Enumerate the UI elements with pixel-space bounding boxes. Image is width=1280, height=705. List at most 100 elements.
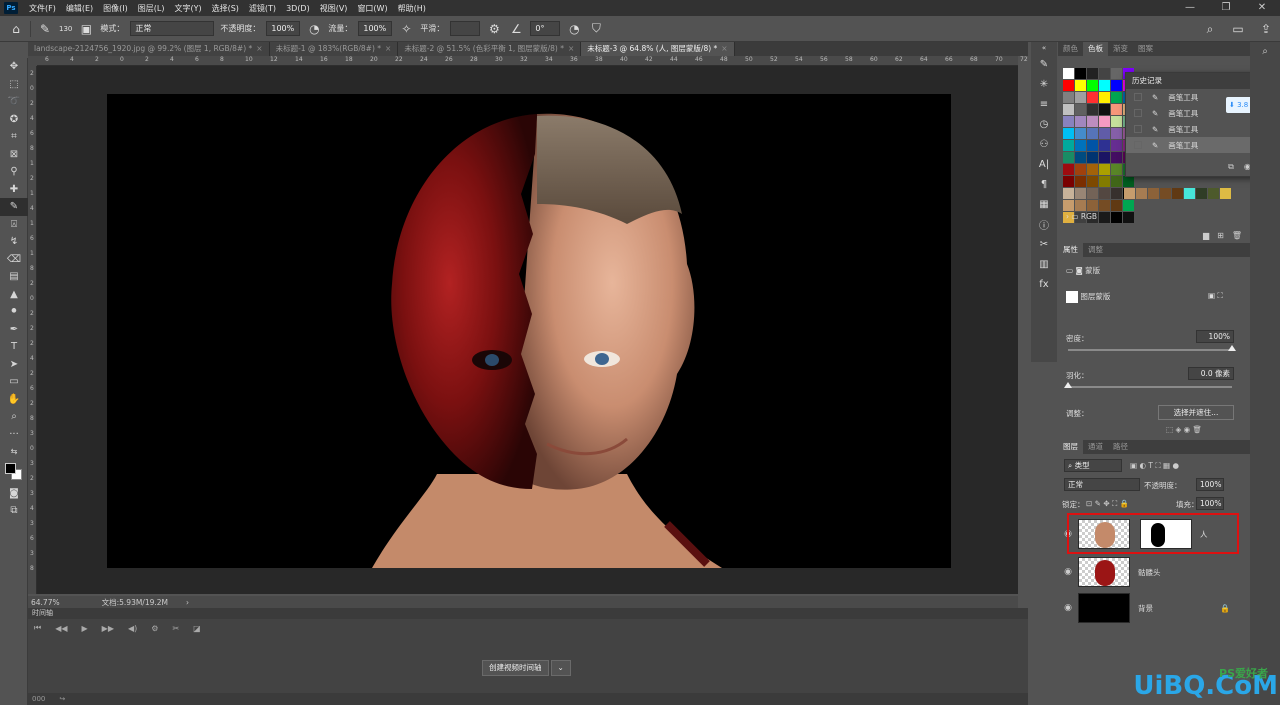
swatch[interactable] (1087, 176, 1098, 187)
brushes-icon[interactable]: ✳ (1031, 74, 1057, 94)
search-icon[interactable]: ⌕ (1250, 42, 1280, 62)
swatch[interactable] (1063, 68, 1074, 79)
info-icon[interactable]: ⓘ (1031, 214, 1057, 234)
tab-channels[interactable]: 通道 (1083, 440, 1108, 454)
swatch[interactable] (1099, 80, 1110, 91)
lasso-tool-icon[interactable]: ➰ (0, 93, 28, 111)
mode-select[interactable]: 正常 (130, 21, 215, 36)
swap-colors-icon[interactable]: ⇆ (0, 443, 28, 461)
swatch[interactable] (1087, 140, 1098, 151)
swatch[interactable] (1075, 116, 1086, 127)
swatch[interactable] (1075, 140, 1086, 151)
swatch[interactable] (1172, 188, 1183, 199)
workspace-icon[interactable]: ▭ (1230, 22, 1246, 36)
swatch[interactable] (1099, 152, 1110, 163)
history-brush-icon[interactable]: ↯ (0, 233, 28, 251)
feather-field[interactable]: 0.0 像素 (1188, 367, 1234, 380)
brush-preset-icon[interactable]: ✎ (37, 22, 53, 36)
swatch[interactable] (1111, 92, 1122, 103)
marquee-tool-icon[interactable]: ⬚ (0, 76, 28, 94)
type-tool-icon[interactable]: T (0, 338, 28, 356)
swatch[interactable] (1099, 176, 1110, 187)
swatch[interactable] (1111, 104, 1122, 115)
layer-name[interactable]: 骷髅头 (1138, 567, 1161, 578)
menu-view[interactable]: 视图(V) (315, 3, 353, 14)
swatch[interactable] (1075, 68, 1086, 79)
swatch[interactable] (1087, 128, 1098, 139)
filter-icons[interactable]: ▣ ◐ T ⛶ ▦ ● (1130, 461, 1179, 471)
swatch[interactable] (1099, 116, 1110, 127)
slider-thumb[interactable] (1228, 345, 1236, 351)
blur-tool-icon[interactable]: ▲ (0, 286, 28, 304)
swatch[interactable] (1184, 188, 1195, 199)
swatch[interactable] (1099, 188, 1110, 199)
swatch[interactable] (1063, 128, 1074, 139)
folder-icon[interactable]: ▆ (1203, 231, 1209, 240)
zoom-level[interactable]: 64.77% (31, 598, 60, 607)
pen-tool-icon[interactable]: ✒ (0, 321, 28, 339)
swatch[interactable] (1063, 104, 1074, 115)
swatch[interactable] (1099, 140, 1110, 151)
swatch[interactable] (1111, 164, 1122, 175)
create-video-timeline-button[interactable]: 创建视频时间轴 (482, 660, 549, 676)
flow-field[interactable]: 100% (358, 21, 393, 36)
eye-icon[interactable]: ◉ (1058, 603, 1078, 613)
swatch[interactable] (1111, 80, 1122, 91)
swatch[interactable] (1075, 104, 1086, 115)
collapse-icon[interactable]: « (1031, 42, 1057, 54)
swatch[interactable] (1087, 200, 1098, 211)
swatch[interactable] (1136, 188, 1147, 199)
render-icon[interactable]: ↪ (59, 693, 65, 705)
swatch[interactable] (1063, 200, 1074, 211)
swatch[interactable] (1099, 104, 1110, 115)
swatch[interactable] (1099, 164, 1110, 175)
swatch[interactable] (1063, 116, 1074, 127)
home-icon[interactable]: ⌂ (8, 22, 24, 36)
menu-image[interactable]: 图像(I) (98, 3, 133, 14)
swatch[interactable] (1196, 188, 1207, 199)
pressure-size-icon[interactable]: ◔ (566, 22, 582, 36)
swatch[interactable] (1111, 212, 1122, 223)
checkbox[interactable] (1134, 93, 1142, 101)
swatch[interactable] (1111, 128, 1122, 139)
screen-mode-icon[interactable]: ⧉ (0, 502, 28, 520)
layer-opacity-field[interactable]: 100% (1196, 478, 1224, 491)
tab-properties[interactable]: 属性 (1058, 243, 1083, 257)
libraries-icon[interactable]: ▦ (1031, 194, 1057, 214)
mask-footer-icons[interactable]: ⬚ ◈ ◉ 🗑 (1166, 425, 1202, 434)
swatch[interactable] (1075, 152, 1086, 163)
first-frame-icon[interactable]: ⏮ (34, 623, 41, 633)
menu-window[interactable]: 窗口(W) (352, 3, 392, 14)
tab-paths[interactable]: 路径 (1108, 440, 1133, 454)
brush-tool-icon[interactable]: ✎ (0, 198, 28, 216)
swatch[interactable] (1087, 152, 1098, 163)
opacity-field[interactable]: 100% (266, 21, 301, 36)
layer-name[interactable]: 背景 (1138, 603, 1153, 614)
swatch[interactable] (1063, 188, 1074, 199)
path-select-icon[interactable]: ➤ (0, 356, 28, 374)
play-icon[interactable]: ▶ (82, 624, 88, 633)
swatch[interactable] (1063, 176, 1074, 187)
density-slider[interactable] (1068, 345, 1236, 351)
swatch[interactable] (1075, 176, 1086, 187)
swatch[interactable] (1111, 140, 1122, 151)
fx-icon[interactable]: fx (1031, 274, 1057, 294)
swatch[interactable] (1148, 188, 1159, 199)
foreground-color[interactable] (5, 462, 16, 474)
character-icon[interactable]: A| (1031, 154, 1057, 174)
menu-file[interactable]: 文件(F) (24, 3, 61, 14)
tab-untitled-1[interactable]: 未标题-1 @ 183%(RGB/8#) * × (269, 42, 399, 56)
tab-adjustments[interactable]: 调整 (1083, 243, 1108, 257)
swatch[interactable] (1087, 164, 1098, 175)
color-swatch-icon[interactable] (0, 461, 28, 485)
mask-options-icon[interactable]: ▣ ⛶ (1208, 291, 1223, 301)
swatch[interactable] (1075, 92, 1086, 103)
swatch[interactable] (1099, 92, 1110, 103)
layer-mask-row[interactable]: 图层蒙版 (1066, 291, 1110, 303)
gradient-tool-icon[interactable]: ▤ (0, 268, 28, 286)
swatch[interactable] (1099, 128, 1110, 139)
tab-untitled-2[interactable]: 未标题-2 @ 51.5% (色彩平衡 1, 图层蒙版/8) * × (398, 42, 582, 56)
hand-tool-icon[interactable]: ✋ (0, 391, 28, 409)
tab-gradients[interactable]: 渐变 (1108, 42, 1133, 56)
swatch[interactable] (1099, 200, 1110, 211)
